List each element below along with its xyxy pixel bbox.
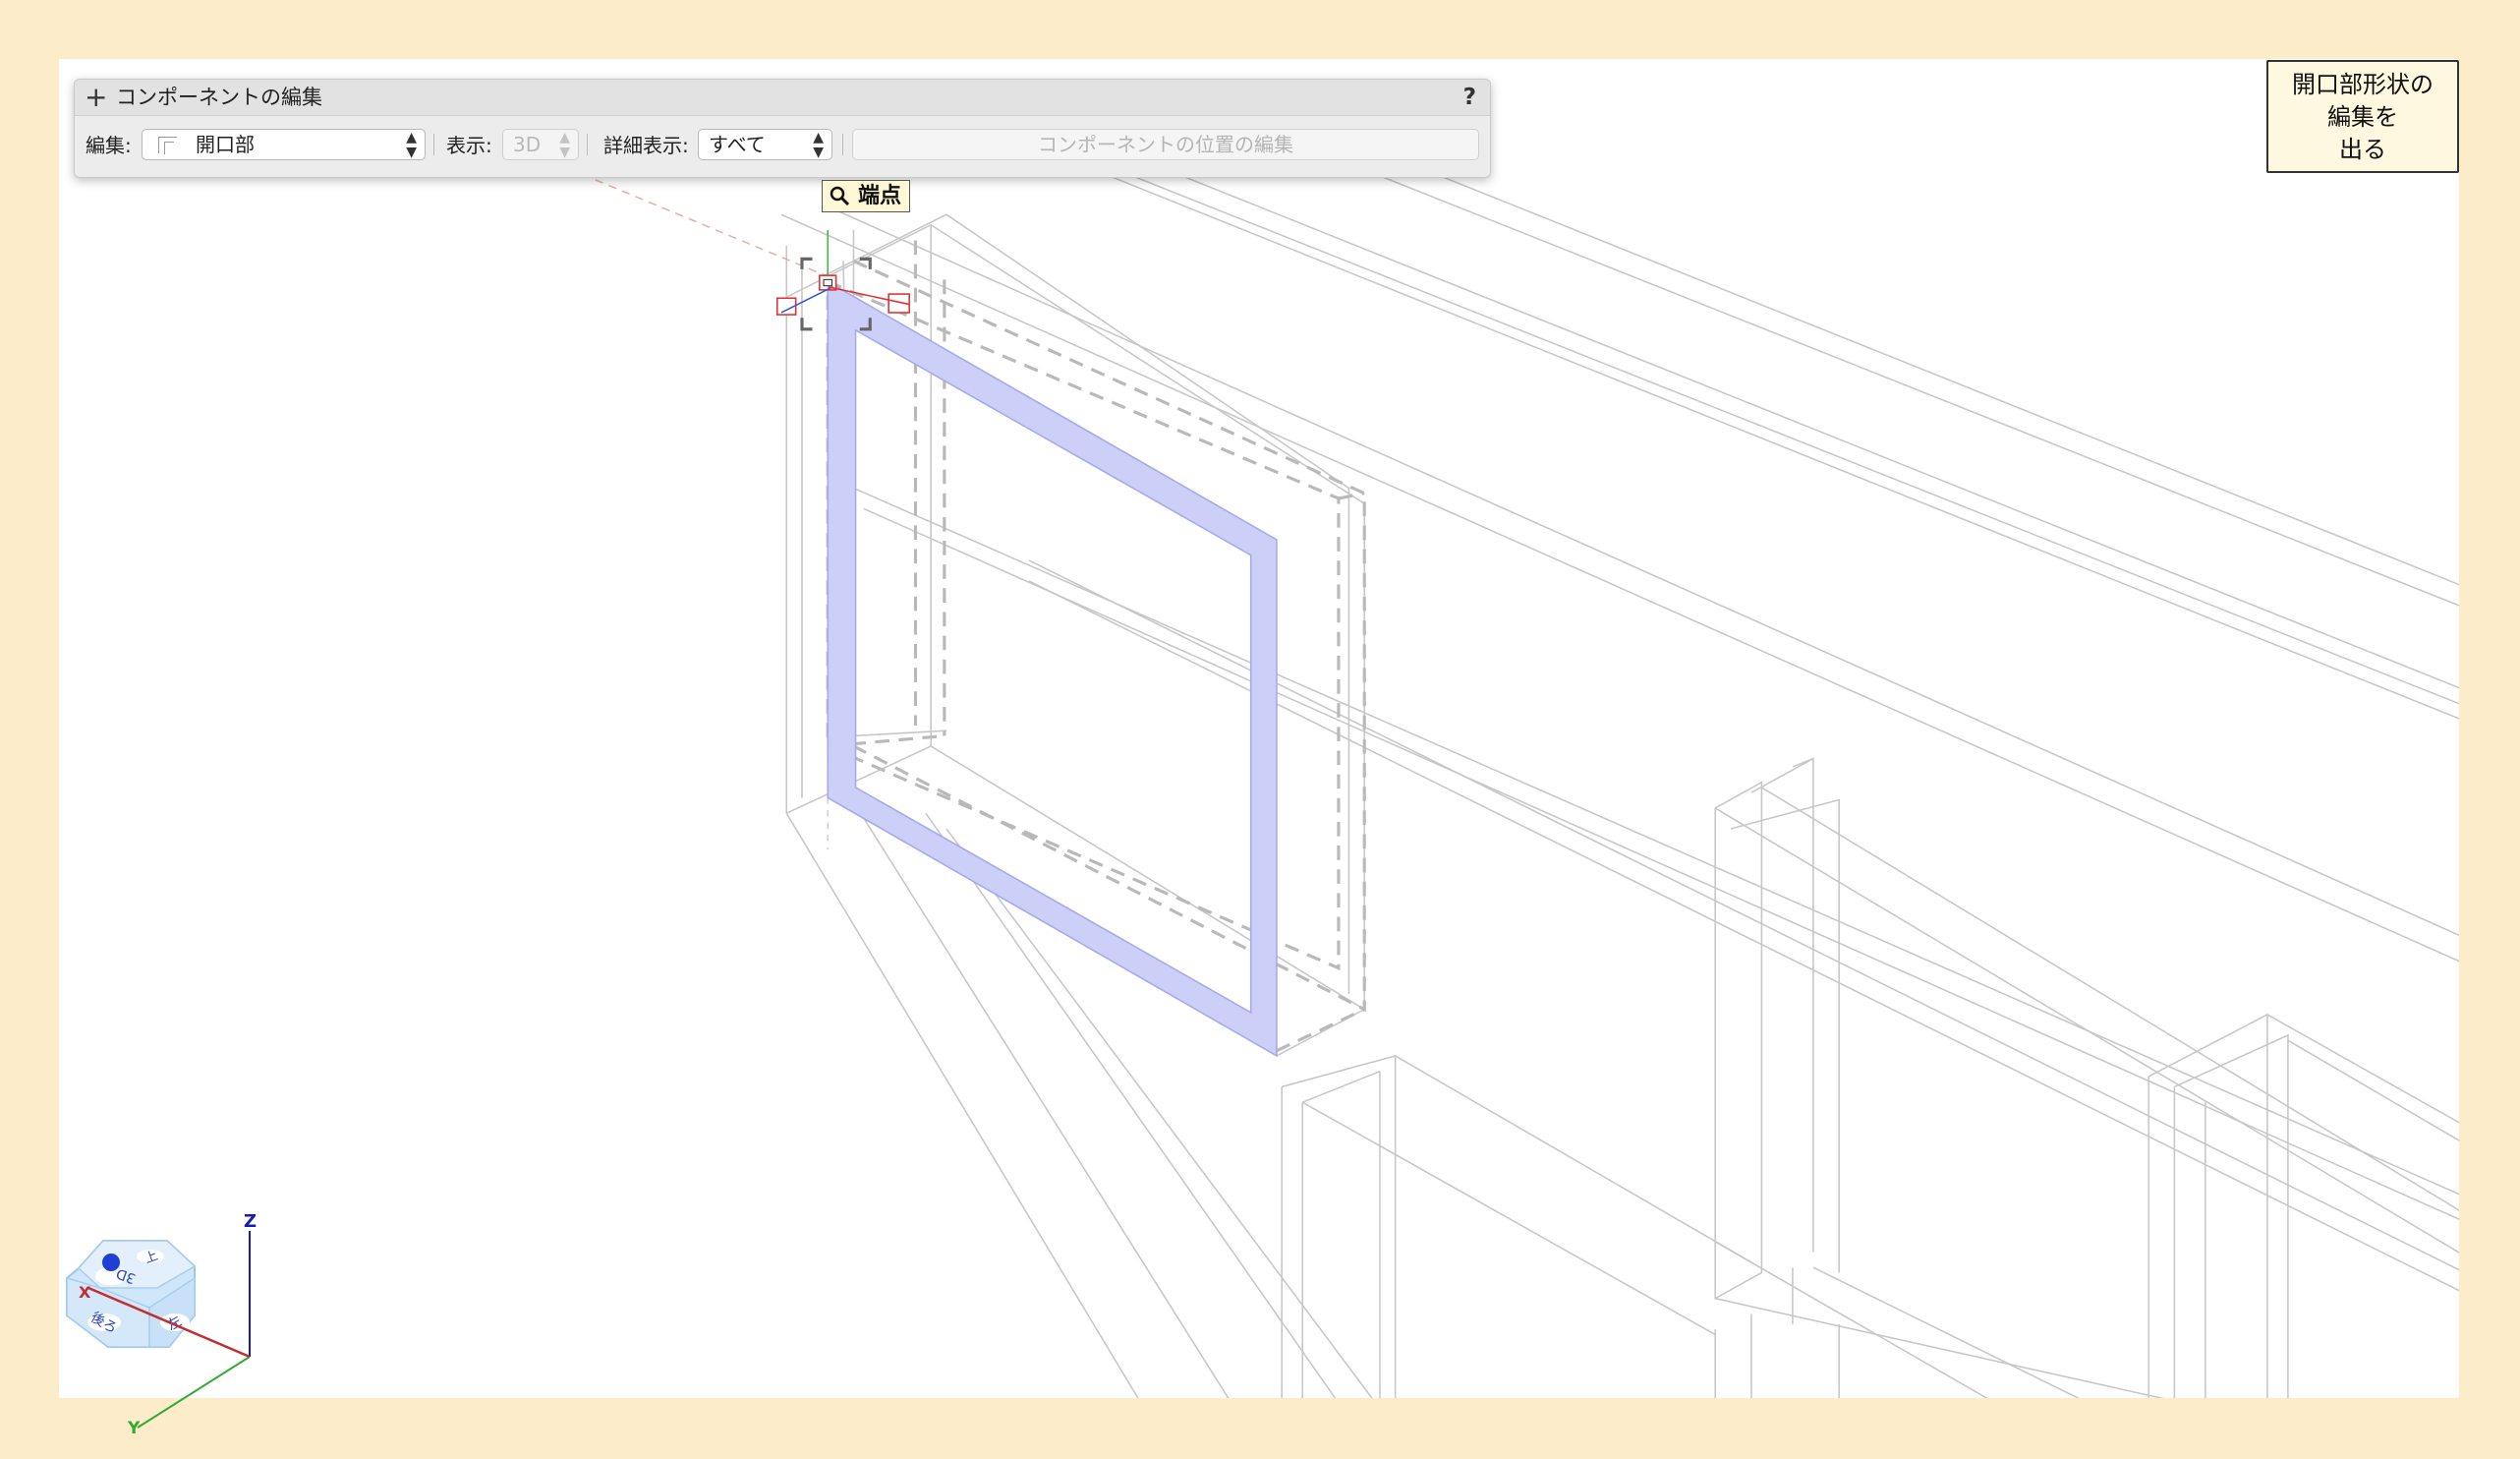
opening-component-icon bbox=[158, 137, 177, 154]
updown-icon: ▲ ▼ bbox=[813, 130, 824, 160]
detail-label: 詳細表示: bbox=[603, 134, 689, 157]
expand-icon[interactable]: + bbox=[85, 82, 107, 113]
display-select-value: 3D bbox=[513, 133, 542, 156]
snap-tooltip: 端点 bbox=[822, 180, 910, 212]
edit-select[interactable]: 開口部 ▲ ▼ bbox=[142, 129, 426, 160]
help-icon[interactable]: ? bbox=[1463, 80, 1476, 115]
magnifier-icon bbox=[829, 181, 852, 219]
detail-select[interactable]: すべて ▲ ▼ bbox=[698, 129, 832, 160]
edit-component-position-button[interactable]: コンポーネントの位置の編集 bbox=[852, 129, 1479, 160]
3d-viewport[interactable] bbox=[59, 59, 2459, 1398]
palette-header: + コンポーネントの編集 ? bbox=[75, 80, 1490, 116]
palette-title: コンポーネントの編集 bbox=[116, 86, 322, 109]
selected-opening-frame[interactable] bbox=[827, 280, 1278, 1058]
z-axis-label: Z bbox=[244, 1211, 257, 1232]
x-axis-label: X bbox=[79, 1283, 91, 1302]
component-edit-palette: + コンポーネントの編集 ? 編集: 開口部 ▲ ▼ 表示: 3D ▲ ▼ 詳細表示… bbox=[74, 79, 1491, 178]
view-cube[interactable]: 上 3D 後ろ 左 Z X Y bbox=[59, 1209, 275, 1438]
y-axis bbox=[137, 1356, 251, 1429]
display-select[interactable]: 3D ▲ ▼ bbox=[502, 129, 579, 160]
current-view-marker bbox=[102, 1254, 120, 1271]
wireframe-scene[interactable] bbox=[59, 59, 2459, 1398]
divider bbox=[587, 134, 588, 155]
divider bbox=[433, 134, 434, 155]
edit-select-value: 開口部 bbox=[196, 133, 255, 156]
display-label: 表示: bbox=[446, 134, 492, 157]
divider bbox=[842, 134, 843, 155]
detail-select-value: すべて bbox=[709, 133, 766, 156]
updown-icon: ▲ ▼ bbox=[559, 130, 570, 160]
edit-label: 編集: bbox=[86, 134, 132, 157]
exit-opening-edit-button[interactable]: 開口部形状の 編集を 出る bbox=[2266, 60, 2459, 173]
exit-opening-edit-label: 開口部形状の 編集を 出る bbox=[2292, 71, 2434, 163]
snap-tooltip-text: 端点 bbox=[858, 184, 902, 208]
updown-icon: ▲ ▼ bbox=[406, 130, 417, 160]
y-axis-label: Y bbox=[127, 1419, 141, 1435]
